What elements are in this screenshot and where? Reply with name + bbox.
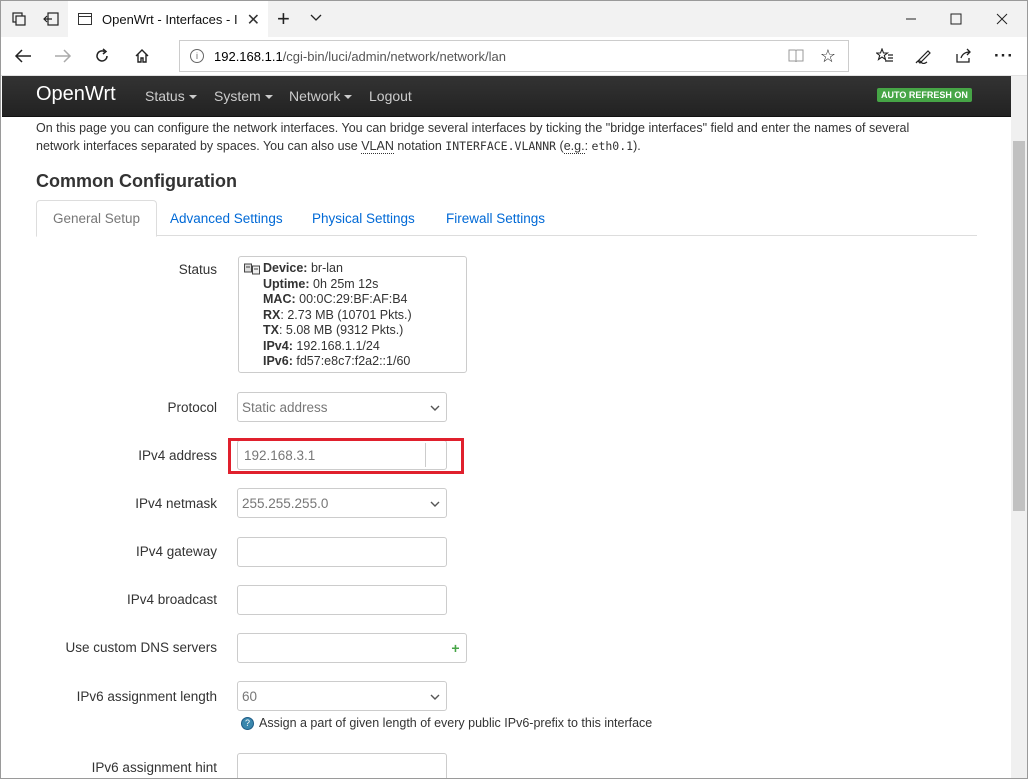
openwrt-header: OpenWrt Status System Network Logout AUT… (2, 76, 1011, 117)
ipv4-netmask-select[interactable]: 255.255.255.0 (237, 488, 447, 518)
window-close-icon[interactable] (992, 9, 1012, 29)
scrollbar-thumb[interactable] (1013, 141, 1025, 511)
address-url: 192.168.1.1/cgi-bin/luci/admin/network/n… (214, 48, 506, 64)
address-bar[interactable]: i 192.168.1.1/cgi-bin/luci/admin/network… (179, 40, 849, 72)
caret-down-icon (264, 95, 273, 100)
ipv4-gateway-label: IPv4 gateway (135, 544, 217, 559)
custom-dns-field[interactable] (237, 633, 446, 663)
minimize-icon[interactable] (901, 9, 921, 29)
tab-general-setup[interactable]: General Setup (36, 200, 158, 237)
caret-down-icon (344, 95, 353, 100)
ipv6-assignment-length-label: IPv6 assignment length (76, 689, 217, 704)
browser-window: OpenWrt - Interfaces - I ✕ + i 192.168.1… (0, 0, 1028, 779)
maximize-icon[interactable] (946, 9, 966, 29)
intro-line-1: On this page you can configure the netwo… (36, 121, 910, 135)
ipv4-broadcast-field[interactable] (237, 585, 447, 615)
tab-bar: OpenWrt - Interfaces - I ✕ + (1, 1, 1027, 37)
custom-dns-label: Use custom DNS servers (65, 640, 217, 655)
protocol-label: Protocol (167, 400, 217, 415)
status-box: Device: br-lan Uptime: 0h 25m 12s MAC: 0… (238, 256, 467, 373)
add-dns-button[interactable]: + (445, 633, 467, 663)
web-note-pen-icon[interactable] (913, 45, 935, 67)
forward-icon[interactable] (52, 45, 74, 67)
navigation-bar: i 192.168.1.1/cgi-bin/luci/admin/network… (1, 37, 1027, 76)
reading-view-icon[interactable] (788, 49, 804, 66)
ipv4-address-label: IPv4 address (138, 448, 217, 463)
favorite-star-icon[interactable]: ☆ (820, 46, 836, 67)
intro-line-2: network interfaces separated by spaces. … (36, 139, 641, 154)
intro-text: On this page you can configure the netwo… (36, 119, 981, 155)
site-info-icon[interactable]: i (190, 49, 204, 63)
auto-refresh-badge[interactable]: AUTO REFRESH ON (877, 88, 972, 102)
chevron-down-icon (430, 401, 440, 411)
page-scrollbar[interactable] (1011, 76, 1027, 778)
config-tabs: General Setup Advanced Settings Physical… (36, 200, 977, 237)
chevron-down-icon (430, 497, 440, 507)
tab-close-icon[interactable]: ✕ (247, 10, 260, 30)
refresh-icon[interactable] (91, 45, 113, 67)
tab-physical-settings[interactable]: Physical Settings (296, 200, 431, 236)
menu-logout[interactable]: Logout (369, 88, 412, 104)
page-favicon-icon (78, 13, 92, 25)
back-icon[interactable] (12, 45, 34, 67)
tab-advanced-settings[interactable]: Advanced Settings (154, 200, 299, 236)
section-title: Common Configuration (36, 171, 237, 191)
new-tab-icon[interactable]: + (277, 6, 290, 32)
ipv6-assignment-length-select[interactable]: 60 (237, 681, 447, 711)
tab-manager-icon[interactable] (9, 9, 29, 29)
status-label: Status (178, 262, 217, 277)
ipv4-netmask-label: IPv4 netmask (135, 496, 217, 511)
tab-title: OpenWrt - Interfaces - I (102, 11, 238, 27)
tab-openwrt-interfaces[interactable]: OpenWrt - Interfaces - I ✕ (68, 1, 268, 37)
bridge-device-icon (244, 263, 260, 275)
ipv4-broadcast-label: IPv4 broadcast (126, 592, 217, 607)
menu-system[interactable]: System (214, 88, 273, 104)
ipv4-gateway-field[interactable] (237, 537, 447, 567)
tab-firewall-settings[interactable]: Firewall Settings (430, 200, 561, 236)
protocol-select[interactable]: Static address (237, 392, 447, 422)
menu-network[interactable]: Network (289, 88, 353, 104)
ipv6-length-hint: ? Assign a part of given length of every… (241, 716, 652, 730)
set-tabs-aside-icon[interactable] (41, 9, 61, 29)
annotation-highlight-box (228, 438, 464, 474)
menu-status[interactable]: Status (145, 88, 197, 104)
brand-logo[interactable]: OpenWrt (36, 83, 116, 106)
more-options-icon[interactable]: ··· (993, 45, 1015, 67)
ipv6-assignment-hint-field[interactable] (237, 753, 447, 778)
share-icon[interactable] (953, 45, 975, 67)
chevron-down-icon (430, 690, 440, 700)
help-question-icon: ? (241, 716, 254, 730)
tab-list-chevron-icon[interactable] (309, 11, 323, 25)
ipv6-assignment-hint-label: IPv6 assignment hint (91, 760, 217, 775)
home-icon[interactable] (131, 45, 153, 67)
caret-down-icon (188, 95, 197, 100)
favorites-list-icon[interactable] (874, 45, 896, 67)
page-viewport: OpenWrt Status System Network Logout AUT… (2, 76, 1011, 778)
